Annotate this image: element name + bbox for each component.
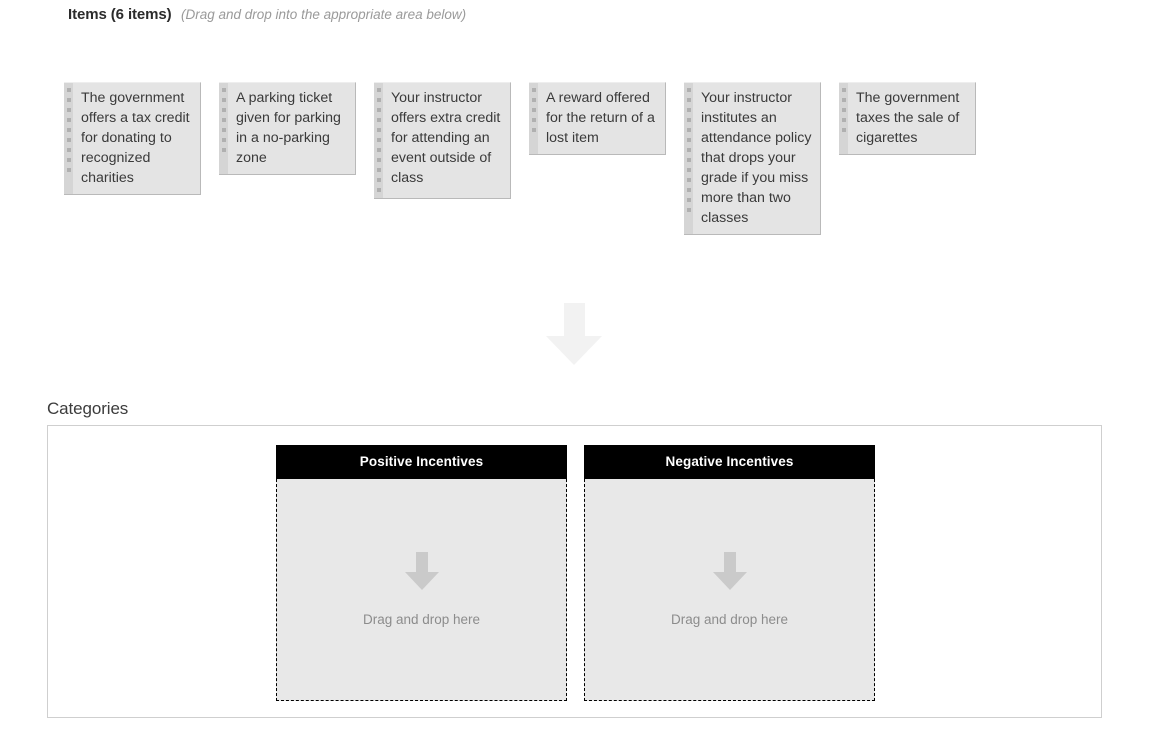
arrow-shaft (564, 303, 585, 337)
items-header: Items (6 items) (Drag and drop into the … (68, 6, 466, 24)
list-item[interactable]: Your instructor offers extra credit for … (374, 82, 511, 199)
drag-handle-icon[interactable] (839, 83, 848, 154)
arrow-head (546, 336, 602, 365)
category-positive-incentives: Positive Incentives Drag and drop here (276, 445, 567, 701)
drag-handle-icon[interactable] (219, 83, 228, 174)
items-list: The government offers a tax credit for d… (64, 82, 976, 235)
arrow-down-icon (404, 552, 439, 590)
category-negative-incentives: Negative Incentives Drag and drop here (584, 445, 875, 701)
list-item-label: A parking ticket given for parking in a … (236, 90, 341, 166)
categories-panel: Positive Incentives Drag and drop here N… (47, 425, 1102, 718)
drag-handle-icon[interactable] (64, 83, 73, 194)
arrow-head (712, 572, 747, 590)
items-title: Items (6 items) (68, 6, 172, 23)
dropzone-placeholder: Drag and drop here (670, 612, 789, 627)
dropzone-placeholder: Drag and drop here (362, 612, 481, 627)
list-item[interactable]: The government offers a tax credit for d… (64, 82, 201, 195)
dropzone-negative-incentives[interactable]: Drag and drop here (584, 479, 875, 701)
arrow-shaft (415, 552, 428, 573)
list-item[interactable]: Your instructor institutes an attendance… (684, 82, 821, 235)
dropzone-positive-incentives[interactable]: Drag and drop here (276, 479, 567, 701)
list-item-label: A reward offered for the return of a los… (546, 90, 655, 146)
categories-title: Categories (47, 399, 129, 418)
list-item[interactable]: A reward offered for the return of a los… (529, 82, 666, 155)
list-item[interactable]: The government taxes the sale of cigaret… (839, 82, 976, 155)
list-item-label: The government taxes the sale of cigaret… (856, 90, 960, 146)
drag-handle-icon[interactable] (529, 83, 538, 154)
arrow-shaft (723, 552, 736, 573)
category-header-label: Positive Incentives (276, 445, 567, 479)
drag-handle-icon[interactable] (684, 83, 693, 234)
arrow-down-icon (546, 303, 602, 365)
arrow-head (404, 572, 439, 590)
items-instruction-text: (Drag and drop into the appropriate area… (181, 7, 467, 22)
list-item[interactable]: A parking ticket given for parking in a … (219, 82, 356, 175)
list-item-label: Your instructor offers extra credit for … (391, 90, 501, 186)
categories-container: Positive Incentives Drag and drop here N… (276, 445, 875, 701)
category-header-label: Negative Incentives (584, 445, 875, 479)
arrow-down-icon (712, 552, 747, 590)
list-item-label: Your instructor institutes an attendance… (701, 90, 812, 226)
list-item-label: The government offers a tax credit for d… (81, 90, 190, 186)
drag-handle-icon[interactable] (374, 83, 383, 198)
